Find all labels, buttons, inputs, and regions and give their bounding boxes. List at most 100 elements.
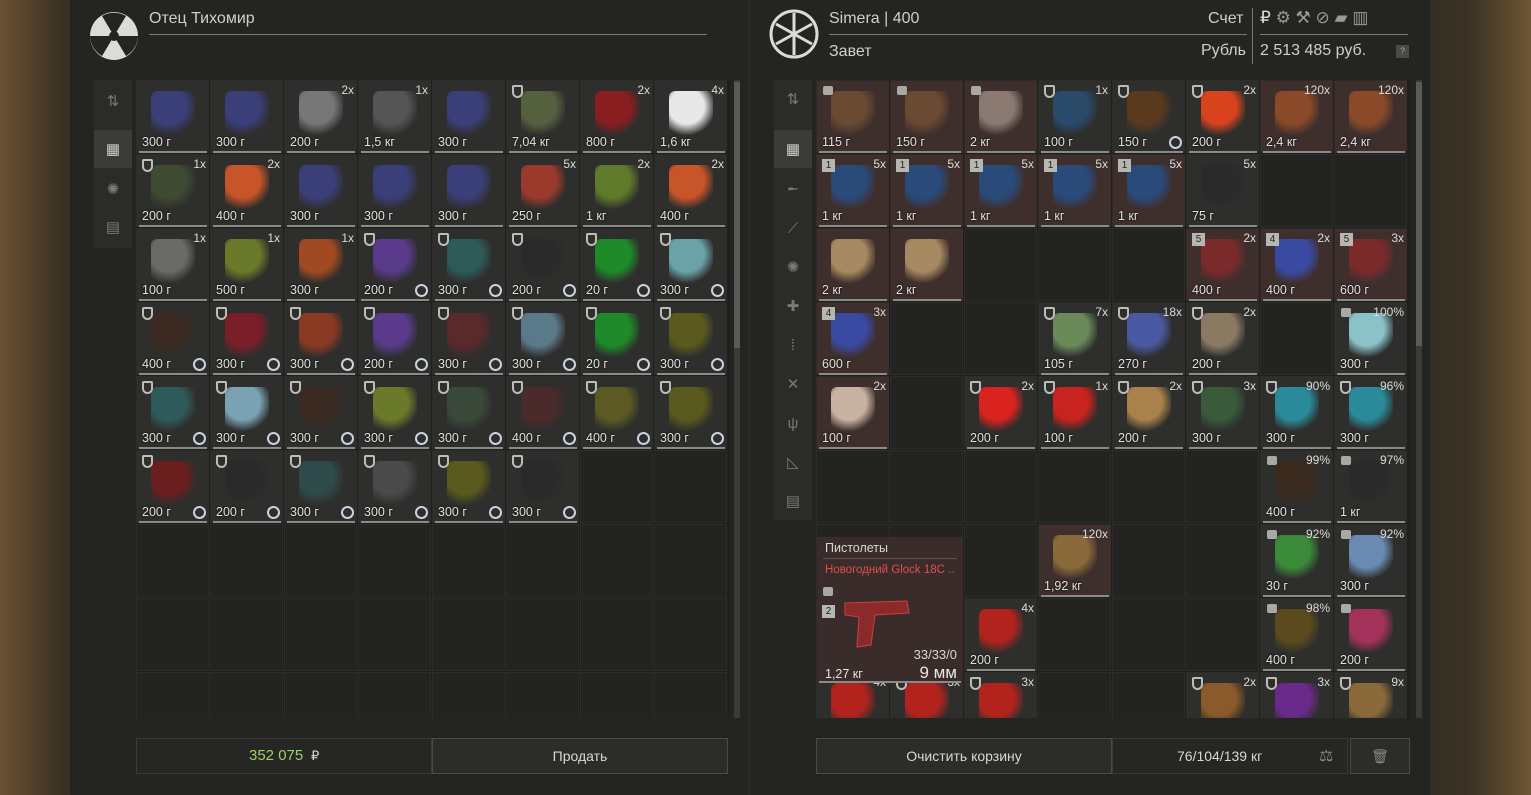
inventory-item[interactable]: 300 г — [211, 303, 283, 375]
inventory-item[interactable]: 2 кг — [891, 229, 963, 301]
inventory-item[interactable]: 2x 1 кг — [581, 155, 653, 227]
inventory-item[interactable]: 300 г — [507, 451, 579, 523]
inventory-item[interactable]: 300 г — [285, 451, 357, 523]
inventory-item[interactable]: 200 г — [507, 229, 579, 301]
tools-icon[interactable]: ✕ — [774, 365, 812, 403]
medkit-icon[interactable]: ✚ — [774, 287, 812, 325]
inventory-item[interactable]: 400 г — [137, 303, 209, 375]
inventory-item[interactable]: 90% 300 г — [1261, 377, 1333, 449]
inventory-item[interactable]: 300 г — [285, 155, 357, 227]
clear-cart-button[interactable]: Очистить корзину — [816, 738, 1112, 774]
inventory-item[interactable]: 2 кг — [817, 229, 889, 301]
inventory-item[interactable]: 1x 200 г — [137, 155, 209, 227]
ruble-icon[interactable]: ₽ — [1260, 8, 1271, 27]
inventory-item[interactable]: 300 г — [433, 229, 505, 301]
inventory-item[interactable]: 1x 500 г — [211, 229, 283, 301]
inventory-item[interactable]: 2x 100 г — [817, 377, 889, 449]
inventory-item[interactable]: 1 5x 1 кг — [965, 155, 1037, 227]
inventory-item[interactable]: 92% 300 г — [1335, 525, 1407, 597]
inventory-item[interactable]: 200 г — [137, 451, 209, 523]
inventory-item[interactable]: 1 5x 1 кг — [891, 155, 963, 227]
inventory-item[interactable]: 20 г — [581, 229, 653, 301]
inventory-item[interactable]: 4 3x 600 г — [817, 303, 889, 375]
gear-icon[interactable]: ⚙ — [1276, 8, 1291, 27]
weapon-item[interactable]: Пистолеты Новогодний Glock 18C .. 2 33/3… — [817, 537, 963, 683]
inventory-item[interactable]: 200 г — [1335, 599, 1407, 671]
inventory-item[interactable]: 120x 1,92 кг — [1039, 525, 1111, 597]
trash-button[interactable]: 🗑 — [1350, 738, 1410, 774]
inventory-item[interactable]: 3x 300 г — [1187, 377, 1259, 449]
trader-scrollbar[interactable] — [734, 80, 740, 718]
inventory-item[interactable]: 300 г — [359, 451, 431, 523]
inventory-item[interactable]: 5x 75 г — [1187, 155, 1259, 227]
inventory-item[interactable]: 300 г — [433, 155, 505, 227]
inventory-item[interactable]: 7,04 кг — [507, 81, 579, 153]
artifact-icon[interactable]: ✺ — [774, 248, 812, 286]
inventory-item[interactable]: 1x 100 г — [1039, 377, 1111, 449]
inventory-item[interactable]: 1x 100 г — [1039, 81, 1111, 153]
inventory-item[interactable]: 300 г — [285, 377, 357, 449]
inventory-item[interactable]: 300 г — [433, 377, 505, 449]
inventory-item[interactable]: 300 г — [211, 377, 283, 449]
sort-icon[interactable]: ⇅ — [94, 82, 132, 120]
inventory-item[interactable]: 400 г — [507, 377, 579, 449]
inventory-item[interactable]: 300 г — [285, 303, 357, 375]
inventory-item[interactable]: 300 г — [433, 81, 505, 153]
inventory-item[interactable]: 1x 1,5 кг — [359, 81, 431, 153]
archive-icon[interactable]: ▤ — [94, 208, 132, 246]
inventory-item[interactable]: 1 5x 1 кг — [1039, 155, 1111, 227]
inventory-item[interactable]: 150 г — [1113, 81, 1185, 153]
inventory-item[interactable]: 300 г — [211, 81, 283, 153]
inventory-item[interactable]: 2x 400 г — [655, 155, 727, 227]
inventory-item[interactable]: 3x — [965, 673, 1037, 718]
sort-icon[interactable]: ⇅ — [774, 80, 812, 118]
inventory-item[interactable]: 5 2x 400 г — [1187, 229, 1259, 301]
hammer-icon[interactable]: ⚒ — [1296, 8, 1311, 27]
grid-icon[interactable]: ▦ — [94, 130, 132, 168]
knife-icon[interactable]: ⟋ — [774, 209, 812, 247]
ticket-icon[interactable]: ▥ — [1352, 8, 1368, 27]
inventory-item[interactable]: 96% 300 г — [1335, 377, 1407, 449]
currency-selector[interactable]: ₽ ⚙ ⚒ ⊘ ▰ ▥ — [1260, 8, 1368, 28]
artifact-icon[interactable]: ✺ — [94, 170, 132, 208]
inventory-item[interactable]: 300 г — [655, 377, 727, 449]
inventory-item[interactable]: 5 3x 600 г — [1335, 229, 1407, 301]
bars-icon[interactable]: ▰ — [1335, 8, 1348, 27]
inventory-item[interactable]: 100% 300 г — [1335, 303, 1407, 375]
inventory-item[interactable]: 92% 30 г — [1261, 525, 1333, 597]
grid-icon[interactable]: ▦ — [774, 130, 812, 168]
inventory-item[interactable]: 300 г — [137, 377, 209, 449]
inventory-item[interactable]: 120x 2,4 кг — [1335, 81, 1407, 153]
player-scrollbar[interactable] — [1416, 80, 1422, 718]
inventory-item[interactable]: 2 кг — [965, 81, 1037, 153]
inventory-item[interactable]: 1 5x 1 кг — [1113, 155, 1185, 227]
inventory-item[interactable]: 300 г — [433, 451, 505, 523]
inventory-item[interactable]: 200 г — [211, 451, 283, 523]
food-icon[interactable]: ψ — [774, 404, 812, 442]
inventory-item[interactable]: 20 г — [581, 303, 653, 375]
inventory-item[interactable]: 7x 105 г — [1039, 303, 1111, 375]
inventory-item[interactable]: 4 2x 400 г — [1261, 229, 1333, 301]
inventory-item[interactable]: 300 г — [359, 377, 431, 449]
inventory-item[interactable]: 300 г — [433, 303, 505, 375]
inventory-item[interactable]: 9x — [1335, 673, 1407, 718]
inventory-item[interactable]: 2x — [1187, 673, 1259, 718]
inventory-item[interactable]: 97% 1 кг — [1335, 451, 1407, 523]
inventory-item[interactable]: 200 г — [359, 229, 431, 301]
inventory-item[interactable]: 150 г — [891, 81, 963, 153]
inventory-item[interactable]: 5x 250 г — [507, 155, 579, 227]
inventory-item[interactable]: 300 г — [137, 81, 209, 153]
inventory-item[interactable]: 115 г — [817, 81, 889, 153]
ruler-icon[interactable]: ◺ — [774, 443, 812, 481]
inventory-item[interactable]: 2x 200 г — [1113, 377, 1185, 449]
inventory-item[interactable]: 2x 200 г — [1187, 303, 1259, 375]
inventory-item[interactable]: 120x 2,4 кг — [1261, 81, 1333, 153]
inventory-item[interactable]: 200 г — [359, 303, 431, 375]
help-button[interactable]: ? — [1396, 45, 1409, 58]
inventory-item[interactable]: 2x 200 г — [285, 81, 357, 153]
inventory-item[interactable]: 2x 400 г — [211, 155, 283, 227]
inventory-item[interactable]: 2x 200 г — [1187, 81, 1259, 153]
ban-icon[interactable]: ⊘ — [1316, 8, 1330, 27]
inventory-item[interactable]: 300 г — [655, 303, 727, 375]
inventory-item[interactable]: 2x 200 г — [965, 377, 1037, 449]
